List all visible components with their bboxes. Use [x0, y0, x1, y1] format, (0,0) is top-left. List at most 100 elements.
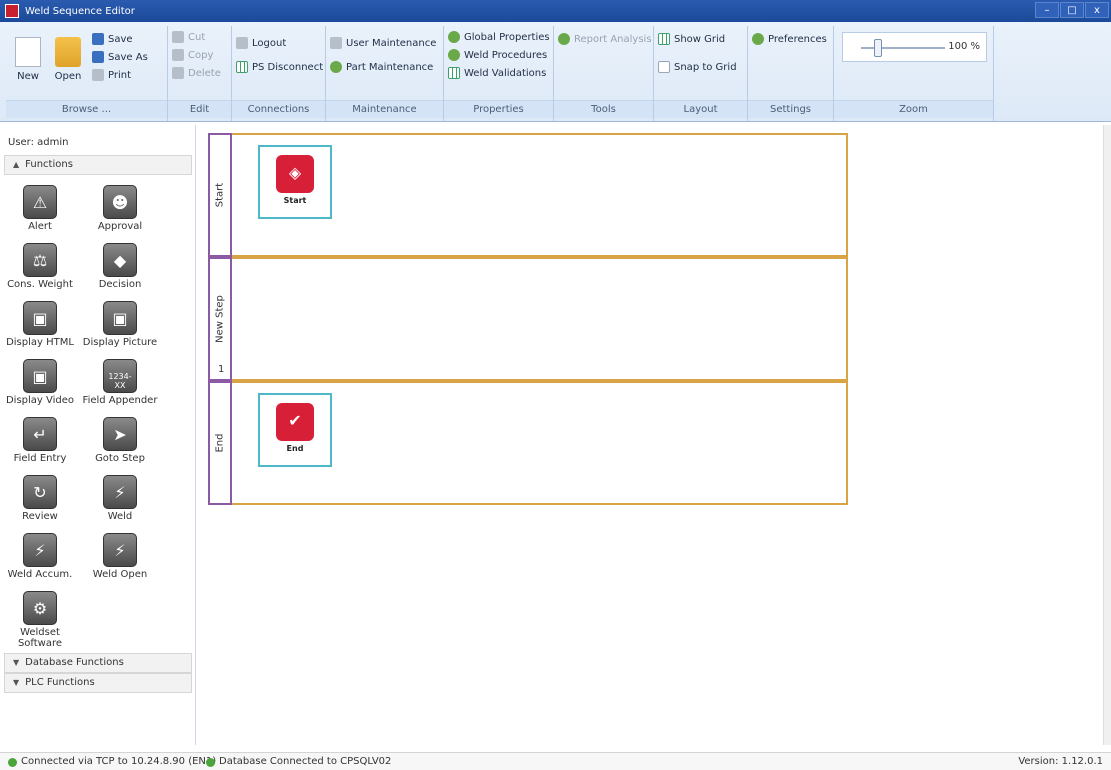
- function-cons-weight[interactable]: ⚖ Cons. Weight: [0, 243, 80, 290]
- minimize-button[interactable]: –: [1035, 2, 1059, 18]
- function-glyph: 1234-XX: [108, 372, 132, 390]
- part-maintenance-button[interactable]: Part Maintenance: [330, 58, 439, 76]
- lane-end[interactable]: End ✔ End: [208, 381, 848, 505]
- cut-button[interactable]: Cut: [172, 28, 227, 46]
- print-button[interactable]: Print: [92, 66, 148, 84]
- alert-icon: ⚠: [23, 185, 57, 219]
- function-label: Display Picture: [82, 337, 158, 348]
- database-status: Database Connected to CPSQLV02: [206, 753, 391, 770]
- function-field-appender[interactable]: 1234-XX Field Appender: [80, 359, 160, 406]
- function-label: Weldset Software: [17, 627, 63, 649]
- function-display-video[interactable]: ▣ Display Video: [0, 359, 80, 406]
- group-maintenance: User Maintenance Part Maintenance Mainte…: [326, 26, 444, 121]
- logout-button[interactable]: Logout: [236, 34, 321, 52]
- window-title: Weld Sequence Editor: [25, 5, 135, 17]
- function-label: Field Entry: [13, 453, 67, 464]
- show-grid-button[interactable]: Show Grid: [658, 30, 743, 48]
- function-label: Review: [22, 511, 58, 522]
- weld-procedures-button[interactable]: Weld Procedures: [448, 46, 549, 64]
- end-node[interactable]: ✔ End: [258, 393, 332, 467]
- part-maintenance-icon: [330, 61, 342, 73]
- group-label-properties: Properties: [444, 100, 553, 118]
- app-icon: [5, 4, 19, 18]
- save-icon: [92, 33, 104, 45]
- function-label: Alert: [28, 221, 52, 232]
- group-tools: Report Analysis Tools: [554, 26, 654, 121]
- display-picture-icon: ▣: [103, 301, 137, 335]
- database-functions-header[interactable]: ▼ Database Functions: [4, 653, 192, 673]
- plc-functions-header[interactable]: ▼ PLC Functions: [4, 673, 192, 693]
- version-label: Version: 1.12.0.1: [1018, 756, 1103, 767]
- group-browse: New Open Save Save As Print Browse ...: [6, 26, 168, 121]
- function-weld[interactable]: ⚡ Weld: [80, 475, 160, 522]
- delete-button[interactable]: Delete: [172, 64, 227, 82]
- vertical-scrollbar[interactable]: [1103, 125, 1111, 745]
- folder-open-icon: [55, 37, 81, 67]
- new-button[interactable]: New: [10, 30, 46, 82]
- preferences-button[interactable]: Preferences: [752, 30, 829, 48]
- lane-title: Start: [214, 182, 226, 208]
- lane-header[interactable]: Start: [208, 133, 232, 257]
- weldset-software-icon: ⚙: [23, 591, 57, 625]
- start-node[interactable]: ◈ Start: [258, 145, 332, 219]
- function-weld-open[interactable]: ⚡ Weld Open: [80, 533, 160, 580]
- global-properties-button[interactable]: Global Properties: [448, 28, 550, 46]
- connected-icon: [206, 757, 215, 767]
- group-zoom: 100 % Zoom: [834, 26, 994, 121]
- function-weldset-software[interactable]: ⚙ Weldset Software: [0, 591, 80, 649]
- save-as-icon: [92, 51, 104, 63]
- maximize-button[interactable]: □: [1060, 2, 1084, 18]
- function-label: Approval: [97, 221, 143, 232]
- function-decision[interactable]: ◆ Decision: [80, 243, 160, 290]
- print-icon: [92, 69, 104, 81]
- copy-button[interactable]: Copy: [172, 46, 227, 64]
- lane-title: End: [214, 433, 226, 453]
- zoom-control: 100 %: [842, 32, 987, 62]
- lane-number: 1: [218, 364, 225, 375]
- checkbox-icon: [658, 61, 670, 73]
- disconnect-icon: [236, 61, 248, 73]
- status-bar: Connected via TCP to 10.24.8.90 (EN1) Da…: [0, 752, 1111, 770]
- function-weld-accum[interactable]: ⚡ Weld Accum.: [0, 533, 80, 580]
- function-alert[interactable]: ⚠ Alert: [0, 185, 80, 232]
- zoom-value: 100 %: [948, 41, 980, 52]
- function-display-picture[interactable]: ▣ Display Picture: [80, 301, 160, 348]
- function-glyph: ◆: [113, 251, 127, 270]
- functions-section-header[interactable]: ▲ Functions: [4, 155, 192, 175]
- function-review[interactable]: ↻ Review: [0, 475, 80, 522]
- cons-weight-icon: ⚖: [23, 243, 57, 277]
- group-connections: Logout PS Disconnect Connections: [232, 26, 326, 121]
- lane-start[interactable]: Start ◈ Start: [208, 133, 848, 257]
- sequence-canvas[interactable]: Start ◈ Start New Step 1 End ✔ End: [198, 125, 1103, 745]
- user-maintenance-button[interactable]: User Maintenance: [330, 34, 439, 52]
- function-field-entry[interactable]: ↵ Field Entry: [0, 417, 80, 464]
- group-label-maintenance: Maintenance: [326, 100, 443, 118]
- group-label-connections: Connections: [232, 100, 325, 118]
- approval-icon: ☻: [103, 185, 137, 219]
- save-as-button[interactable]: Save As: [92, 48, 148, 66]
- function-glyph: ▣: [32, 367, 48, 386]
- zoom-slider-thumb[interactable]: [873, 39, 882, 57]
- group-label-browse: Browse ...: [6, 100, 167, 118]
- close-button[interactable]: x: [1085, 2, 1109, 18]
- snap-to-grid-checkbox[interactable]: Snap to Grid: [658, 58, 743, 76]
- tcp-status: Connected via TCP to 10.24.8.90 (EN1): [8, 753, 216, 770]
- function-glyph: ☻: [111, 193, 129, 212]
- function-glyph: ▣: [32, 309, 48, 328]
- expand-arrow-icon: ▼: [13, 658, 20, 667]
- ps-disconnect-button[interactable]: PS Disconnect: [236, 58, 323, 76]
- save-button[interactable]: Save: [92, 30, 148, 48]
- report-analysis-button[interactable]: Report Analysis: [558, 30, 652, 48]
- group-label-tools: Tools: [554, 100, 653, 118]
- node-label: End: [286, 444, 304, 453]
- function-approval[interactable]: ☻ Approval: [80, 185, 160, 232]
- copy-icon: [172, 49, 184, 61]
- lane-new-step[interactable]: New Step 1: [208, 257, 848, 381]
- weld-validations-button[interactable]: Weld Validations: [448, 64, 549, 82]
- lane-header[interactable]: New Step 1: [208, 257, 232, 381]
- lane-header[interactable]: End: [208, 381, 232, 505]
- function-goto-step[interactable]: ➤ Goto Step: [80, 417, 160, 464]
- window-controls: – □ x: [1034, 2, 1109, 18]
- open-button[interactable]: Open: [50, 30, 86, 82]
- function-display-html[interactable]: ▣ Display HTML: [0, 301, 80, 348]
